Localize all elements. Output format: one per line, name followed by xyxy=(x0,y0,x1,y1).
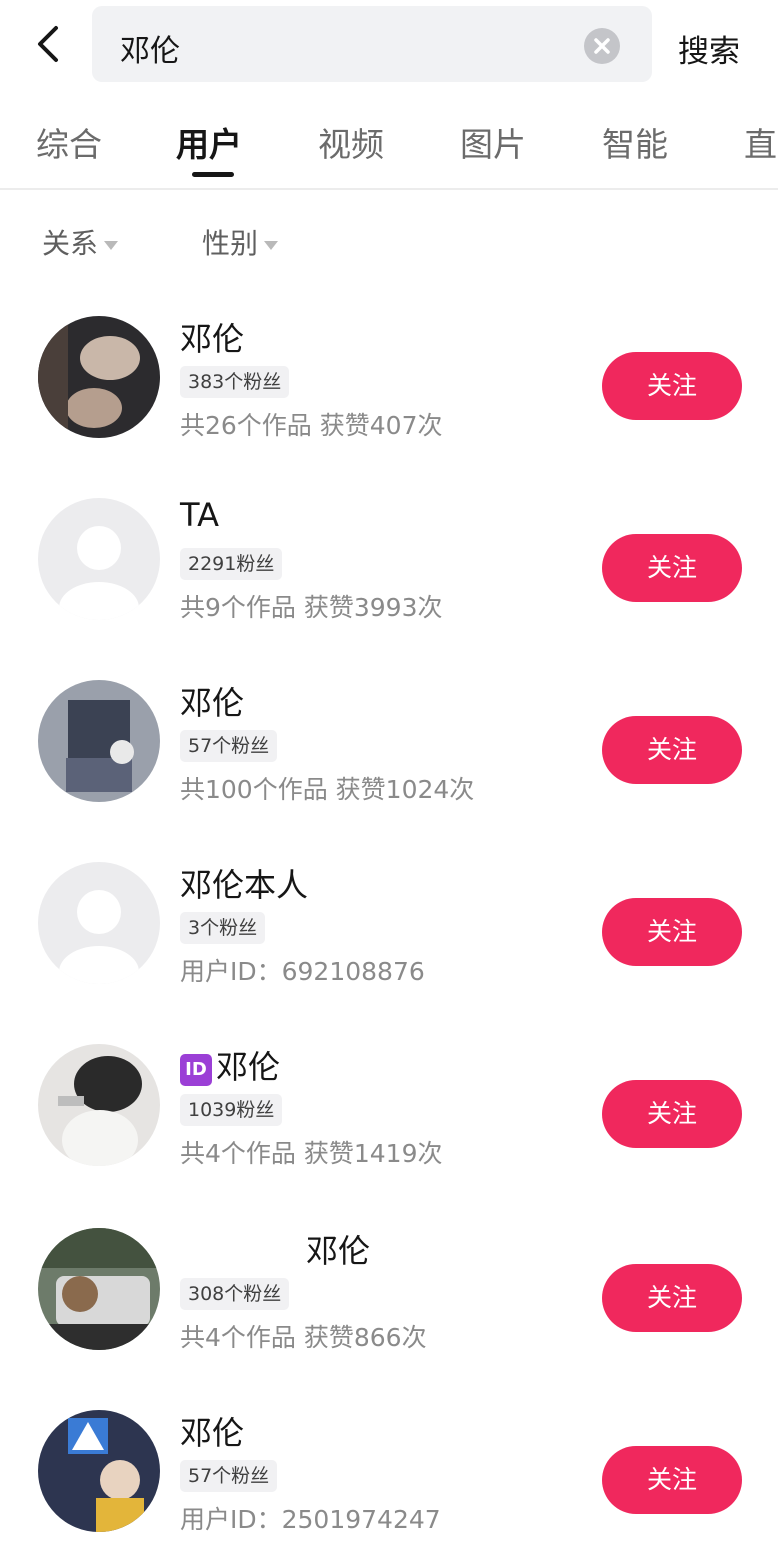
user-id: 用户ID：2501974247 xyxy=(180,1505,441,1534)
filter-label: 关系 xyxy=(42,227,99,260)
search-button[interactable]: 搜索 xyxy=(678,26,740,71)
user-stats: 共4个作品 获赞866次 xyxy=(180,1323,427,1352)
back-chevron-icon[interactable] xyxy=(30,22,70,66)
user-name[interactable]: 邓伦 xyxy=(180,1408,244,1454)
search-bar: 邓伦 搜索 xyxy=(0,0,778,90)
avatar[interactable] xyxy=(38,1410,160,1532)
user-name[interactable]: 邓伦 xyxy=(180,314,244,360)
filter-gender[interactable]: 性别 xyxy=(202,222,279,262)
user-stats: 共4个作品 获赞1419次 xyxy=(180,1139,443,1168)
search-query[interactable]: 邓伦 xyxy=(120,26,180,70)
default-avatar-icon[interactable] xyxy=(38,498,160,620)
avatar[interactable] xyxy=(38,1044,160,1166)
user-name[interactable]: TA xyxy=(180,496,219,534)
user-stats: 共9个作品 获赞3993次 xyxy=(180,593,443,622)
user-name[interactable]: ID 邓伦 xyxy=(180,1042,280,1088)
user-row[interactable]: 邓伦本人 3个粉丝 用户ID：692108876 关注 xyxy=(0,838,778,1020)
user-row[interactable]: TA 2291粉丝 共9个作品 获赞3993次 关注 xyxy=(0,474,778,656)
tab-all[interactable]: 综合 xyxy=(36,118,102,166)
filter-bar: 关系 性别 xyxy=(0,222,778,266)
id-badge-icon: ID xyxy=(180,1054,212,1086)
clear-circle-icon[interactable] xyxy=(584,28,620,64)
follow-button[interactable]: 关注 xyxy=(602,1446,742,1514)
caret-down-icon xyxy=(104,240,119,250)
active-tab-indicator xyxy=(192,172,234,177)
user-row[interactable]: 邓伦 57个粉丝 共100个作品 获赞1024次 关注 xyxy=(0,656,778,838)
default-avatar-icon[interactable] xyxy=(38,862,160,984)
caret-down-icon xyxy=(264,240,279,250)
user-row[interactable]: 邓伦 308个粉丝 共4个作品 获赞866次 关注 xyxy=(0,1204,778,1386)
user-name[interactable]: 邓伦 xyxy=(306,1226,370,1272)
avatar[interactable] xyxy=(38,680,160,802)
follow-button[interactable]: 关注 xyxy=(602,716,742,784)
user-id: 用户ID：692108876 xyxy=(180,957,425,986)
follow-button[interactable]: 关注 xyxy=(602,1080,742,1148)
tab-smart[interactable]: 智能 xyxy=(602,118,668,166)
fans-count-badge: 2291粉丝 xyxy=(180,548,283,580)
filter-relationship[interactable]: 关系 xyxy=(42,222,119,262)
fans-count-badge: 1039粉丝 xyxy=(180,1094,283,1126)
search-input[interactable]: 邓伦 xyxy=(92,6,652,82)
user-stats: 共26个作品 获赞407次 xyxy=(180,411,443,440)
tab-videos[interactable]: 视频 xyxy=(318,118,384,166)
category-tabs: 综合 用户 视频 图片 智能 直 xyxy=(0,100,778,190)
follow-button[interactable]: 关注 xyxy=(602,352,742,420)
fans-count-badge: 57个粉丝 xyxy=(180,730,278,762)
fans-count-badge: 57个粉丝 xyxy=(180,1460,278,1492)
fans-count-badge: 383个粉丝 xyxy=(180,366,290,398)
fans-count-badge: 308个粉丝 xyxy=(180,1278,290,1310)
user-stats: 共100个作品 获赞1024次 xyxy=(180,775,475,804)
user-name-text: 邓伦 xyxy=(216,1048,281,1086)
follow-button[interactable]: 关注 xyxy=(602,1264,742,1332)
tab-images[interactable]: 图片 xyxy=(460,118,526,166)
avatar[interactable] xyxy=(38,316,160,438)
user-row[interactable]: 邓伦 57个粉丝 用户ID：2501974247 关注 xyxy=(0,1386,778,1568)
tab-live[interactable]: 直 xyxy=(744,118,777,166)
filter-label: 性别 xyxy=(202,227,259,260)
avatar[interactable] xyxy=(38,1228,160,1350)
follow-button[interactable]: 关注 xyxy=(602,534,742,602)
user-row[interactable]: ID 邓伦 1039粉丝 共4个作品 获赞1419次 关注 xyxy=(0,1020,778,1202)
follow-button[interactable]: 关注 xyxy=(602,898,742,966)
user-row[interactable]: 邓伦 383个粉丝 共26个作品 获赞407次 关注 xyxy=(0,292,778,474)
user-name[interactable]: 邓伦本人 xyxy=(180,860,308,906)
fans-count-badge: 3个粉丝 xyxy=(180,912,266,944)
tab-users[interactable]: 用户 xyxy=(176,118,242,166)
user-name[interactable]: 邓伦 xyxy=(180,678,244,724)
